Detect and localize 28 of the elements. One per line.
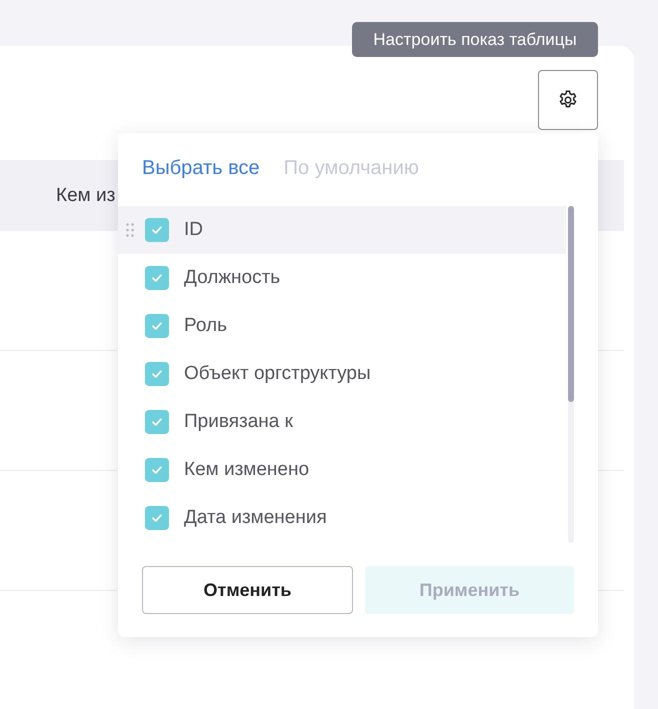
column-option[interactable]: Привязана к — [118, 398, 566, 446]
column-name: Кем изменено — [184, 459, 310, 481]
cancel-button[interactable]: Отменить — [142, 566, 353, 614]
checkbox[interactable] — [145, 506, 169, 530]
column-option[interactable]: Объект оргструктуры — [118, 350, 566, 398]
column-name: Дата изменения — [184, 507, 327, 529]
column-option[interactable]: Кем изменено — [118, 446, 566, 494]
settings-button[interactable] — [538, 70, 598, 130]
checkbox[interactable] — [145, 266, 169, 290]
checkbox[interactable] — [145, 314, 169, 338]
column-option[interactable]: Роль — [118, 302, 566, 350]
column-name: Роль — [184, 315, 227, 337]
column-name: ID — [184, 219, 203, 241]
tooltip: Настроить показ таблицы — [352, 22, 598, 57]
checkbox[interactable] — [145, 410, 169, 434]
checkbox[interactable] — [145, 458, 169, 482]
column-header[interactable]: Кем из — [56, 184, 116, 206]
scrollbar-thumb[interactable] — [568, 206, 574, 402]
column-name: Привязана к — [184, 411, 293, 433]
column-option[interactable]: ID — [118, 206, 566, 254]
column-option[interactable]: Должность — [118, 254, 566, 302]
checkbox[interactable] — [145, 362, 169, 386]
column-name: Объект оргструктуры — [184, 363, 371, 385]
checkbox[interactable] — [145, 218, 169, 242]
column-name: Должность — [184, 267, 280, 289]
column-option[interactable]: Дата изменения — [118, 494, 566, 542]
drag-handle-icon[interactable] — [126, 223, 134, 237]
select-all-link[interactable]: Выбрать все — [142, 157, 260, 181]
